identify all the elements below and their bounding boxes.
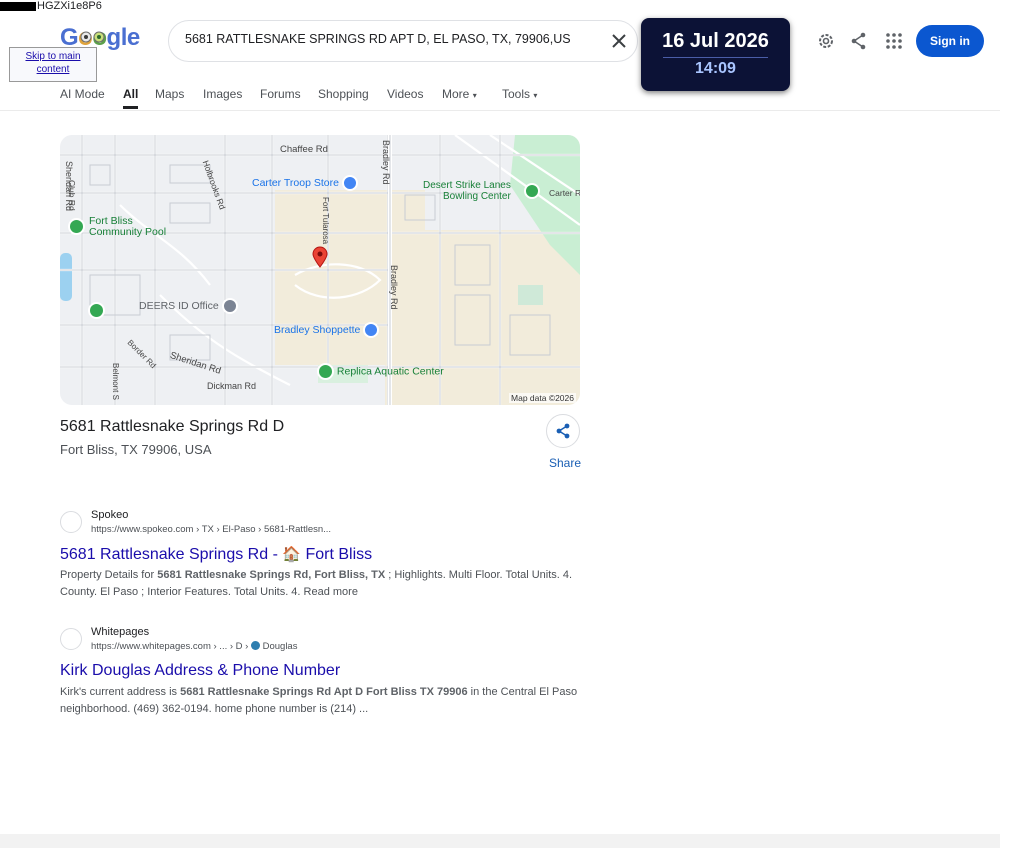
poi-label: Carter Troop Store [252,176,339,189]
tab-more-label: More [442,87,470,101]
street-label: Belmont S [111,363,120,400]
share-label[interactable]: Share [549,456,581,470]
tab-maps[interactable]: Maps [155,87,184,101]
tab-videos[interactable]: Videos [387,87,423,101]
map-attribution: Map data ©2026 [509,393,576,403]
tab-ai-mode[interactable]: AI Mode [60,87,105,101]
street-label: Dickman Rd [207,381,257,391]
tab-more[interactable]: More ▾ [442,87,477,101]
poi-bowling-center[interactable]: Desert Strike Lanes Bowling Center [423,180,511,202]
search-input[interactable]: 5681 RATTLESNAKE SPRINGS RD APT D, EL PA… [185,32,571,46]
place-address: Fort Bliss, TX 79906, USA [60,442,212,457]
date-time-overlay: 16 Jul 2026 14:09 [641,18,790,91]
building-icon [221,298,238,314]
tab-images[interactable]: Images [203,87,242,101]
poi-replica-aquatic-center[interactable]: Replica Aquatic Center [317,363,444,380]
close-icon[interactable] [609,31,629,51]
apps-grid-icon[interactable] [884,31,904,51]
poi-label: Replica Aquatic Center [336,365,444,378]
search-result: Whitepages https://www.whitepages.com › … [60,626,590,721]
skip-line2[interactable]: content [10,63,96,76]
poi-bradley-shoppette[interactable]: Bradley Shoppette [274,322,380,338]
street-label: Club Rd [67,180,77,211]
poi-label: Community Pool [89,226,167,238]
shopping-bag-icon [341,175,358,191]
street-label: Fort Tularosa [321,197,330,245]
result-url[interactable]: https://www.whitepages.com › ... › D › D… [91,641,297,652]
top-debug-text: HGZXi1e8P6 [0,0,102,12]
house-icon: 🏠 [282,546,302,563]
tab-tools[interactable]: Tools ▾ [502,87,537,101]
share-button[interactable] [546,414,580,448]
poi-label: Desert Strike Lanes [423,180,511,191]
overlay-date: 16 Jul 2026 [662,30,769,52]
result-title-text: 5681 Rattlesnake Springs Rd - [60,546,283,563]
result-title-link[interactable]: Kirk Douglas Address & Phone Number [60,662,340,680]
gear-icon[interactable] [816,31,836,51]
skip-to-content-link[interactable]: Skip to main content [9,47,97,82]
chevron-down-icon: ▾ [533,91,538,100]
result-title-text: Fort Bliss [301,546,373,563]
poi-community-pool[interactable]: Fort Bliss Community Pool [89,216,166,238]
shopping-bag-icon [363,322,380,338]
bowling-icon [524,183,540,199]
poi-label: Bowling Center [443,191,511,202]
tab-all[interactable]: All [123,87,139,109]
pool-icon [317,363,334,380]
overlay-time: 14:09 [695,60,736,77]
result-site-name[interactable]: Spokeo [91,509,128,521]
poi-deers-id-office[interactable]: DEERS ID Office [139,298,238,314]
google-logo[interactable]: Google [60,24,140,52]
map-preview[interactable]: Sheridan Rd Chaffee Rd Bradley Rd Holbro… [60,135,580,405]
poi-label: Bradley Shoppette [274,323,361,336]
tab-shopping[interactable]: Shopping [318,87,369,101]
sign-in-button[interactable]: Sign in [916,25,984,57]
result-snippet: Property Details for 5681 Rattlesnake Sp… [60,569,573,598]
result-url[interactable]: https://www.spokeo.com › TX › El-Paso › … [91,524,331,535]
tab-forums[interactable]: Forums [260,87,301,101]
tabs-divider [0,110,1000,111]
favicon [60,628,82,650]
pool-icon [68,218,85,235]
tab-tools-label: Tools [502,87,531,101]
street-label: Bradley Rd [381,140,391,185]
result-snippet: Kirk's current address is 5681 Rattlesna… [60,686,578,715]
footer-bar [0,834,1000,848]
street-label: Chaffee Rd [280,144,328,155]
chevron-down-icon: ▾ [472,91,477,100]
location-pin-icon [312,246,328,268]
place-title: 5681 Rattlesnake Springs Rd D [60,418,285,435]
search-box[interactable]: 5681 RATTLESNAKE SPRINGS RD APT D, EL PA… [168,20,638,62]
search-result: Spokeo https://www.spokeo.com › TX › El-… [60,509,590,604]
globe-icon [250,641,260,650]
poi-label: DEERS ID Office [139,299,219,312]
result-title-link[interactable]: 5681 Rattlesnake Springs Rd - 🏠 Fort Bli… [60,545,372,564]
doodle-decoration-icon [80,31,105,43]
street-label: Carter R [549,188,580,198]
share-icon [556,423,570,439]
share-icon[interactable] [849,31,869,51]
favicon [60,511,82,533]
poi-carter-troop-store[interactable]: Carter Troop Store [252,175,358,191]
street-label: Bradley Rd [389,265,399,310]
park-icon [88,302,105,319]
result-site-name[interactable]: Whitepages [91,626,149,638]
